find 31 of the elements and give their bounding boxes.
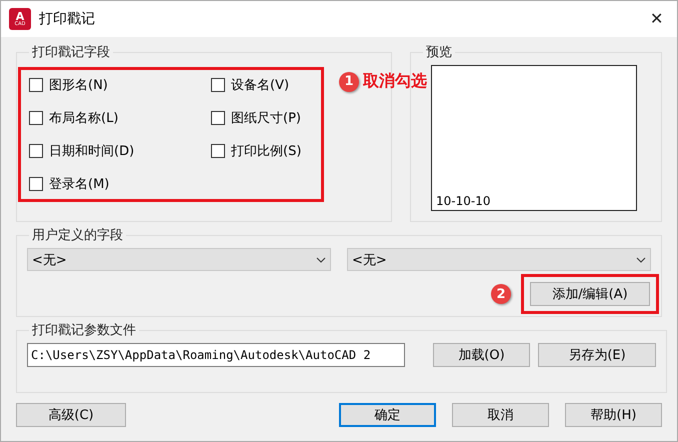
step-marker: 2 <box>491 284 511 304</box>
dropdown-value: <无> <box>352 252 387 268</box>
group-title: 用户定义的字段 <box>31 227 124 244</box>
dialog-button[interactable]: 确定 <box>339 403 436 427</box>
dropdown[interactable]: <无> <box>347 248 651 271</box>
dialog-button[interactable]: 帮助(H) <box>565 403 662 427</box>
group-title: 预览 <box>425 44 453 61</box>
file-button[interactable]: 加载(O) <box>433 343 530 367</box>
chevron-down-icon <box>636 256 646 262</box>
dialog-button[interactable]: 高级(C) <box>16 403 126 427</box>
chevron-down-icon <box>316 256 326 262</box>
checkbox-option[interactable]: 设备名(V) <box>211 76 313 94</box>
window-title: 打印戳记 <box>39 10 96 28</box>
checkbox-option[interactable]: 日期和时间(D) <box>29 142 211 160</box>
file-button[interactable]: 另存为(E) <box>538 343 656 367</box>
group-title: 打印戳记字段 <box>31 44 111 61</box>
preview-text: 10-10-10 <box>436 194 490 208</box>
checkbox-option[interactable]: 图形名(N) <box>29 76 211 94</box>
step-marker: 1 <box>339 72 359 92</box>
dropdown[interactable]: <无> <box>27 248 331 271</box>
checkbox-option[interactable]: 登录名(M) <box>29 175 211 193</box>
add-edit-button[interactable]: 添加/编辑(A) <box>530 282 650 306</box>
group-title: 打印戳记参数文件 <box>31 322 137 339</box>
checkbox-option[interactable]: 打印比例(S) <box>211 142 313 160</box>
dialog-button[interactable]: 取消 <box>452 403 549 427</box>
path-field[interactable]: C:\Users\ZSY\AppData\Roaming\Autodesk\AutoCAD 2 <box>27 343 405 367</box>
annotation-text: 取消勾选 <box>363 71 427 92</box>
dropdown-value: <无> <box>32 252 67 268</box>
close-button[interactable]: ✕ <box>644 5 669 33</box>
checkbox-option[interactable]: 图纸尺寸(P) <box>211 109 313 127</box>
checkbox-option[interactable]: 布局名称(L) <box>29 109 211 127</box>
